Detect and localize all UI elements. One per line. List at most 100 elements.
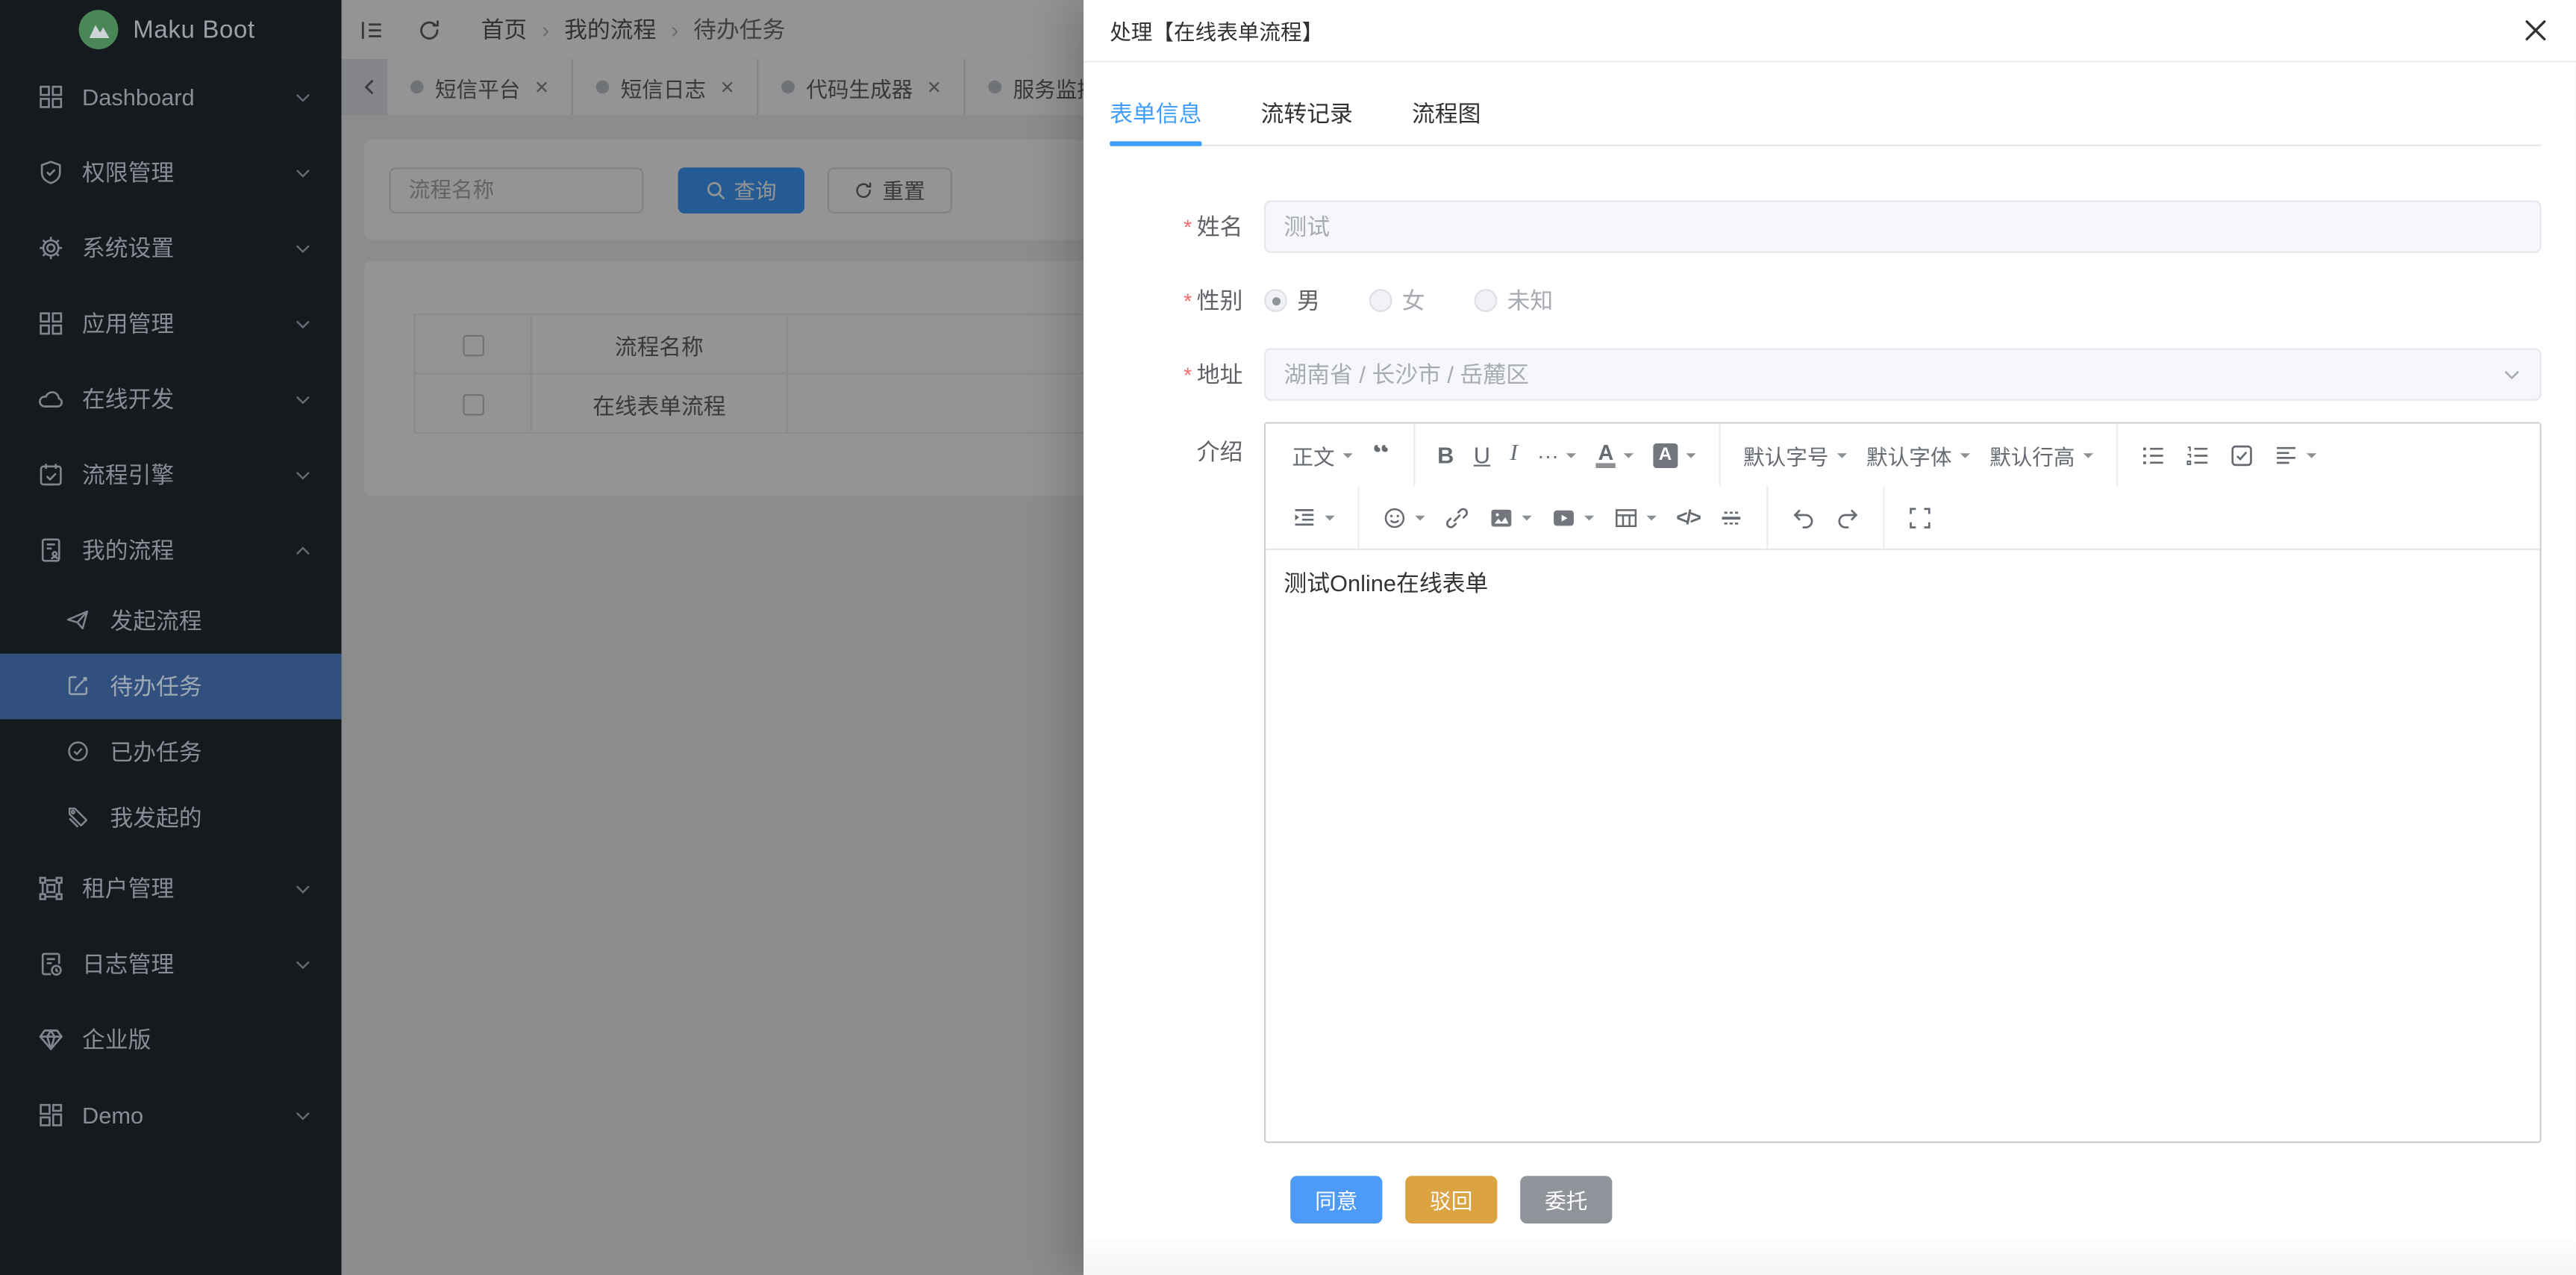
image-dropdown[interactable] xyxy=(1481,496,1539,538)
chevron-down-icon xyxy=(294,239,312,257)
sidebar-item-app-management[interactable]: 应用管理 xyxy=(0,286,342,361)
tag-icon xyxy=(66,805,92,831)
italic-button[interactable]: I xyxy=(1501,434,1525,476)
radio-label: 未知 xyxy=(1507,284,1554,317)
caret-down-icon xyxy=(1960,453,1969,463)
sidebar-item-label: 企业版 xyxy=(82,1023,312,1056)
sidebar-item-enterprise[interactable]: 企业版 xyxy=(0,1002,342,1077)
font-size-dropdown[interactable]: 默认字号 xyxy=(1735,434,1855,476)
line-height-dropdown[interactable]: 默认行高 xyxy=(1981,434,2101,476)
editor-toolbar-row-2: </> xyxy=(1266,486,2539,549)
toolbar-group-text-format: B U I ··· A A xyxy=(1414,424,1720,487)
form-row-gender: *性别 男 女 未知 xyxy=(1110,274,2541,328)
caret-down-icon xyxy=(1567,453,1577,463)
toolbar-group-insert: </> xyxy=(1360,486,1769,549)
link-button[interactable] xyxy=(1437,496,1478,538)
radio-male[interactable]: 男 xyxy=(1264,284,1320,317)
caret-down-icon xyxy=(1584,516,1594,526)
sidebar-item-tenant-management[interactable]: 租户管理 xyxy=(0,851,342,926)
toolbar-group-indent xyxy=(1269,486,1360,549)
caret-down-icon xyxy=(2083,453,2093,463)
sidebar-item-dashboard[interactable]: Dashboard xyxy=(0,59,342,134)
sidebar-item-label: 发起流程 xyxy=(110,605,312,638)
blockquote-button[interactable]: “ xyxy=(1364,434,1398,476)
sidebar-item-start-workflow[interactable]: 发起流程 xyxy=(0,588,342,654)
font-family-dropdown[interactable]: 默认字体 xyxy=(1858,434,1978,476)
chevron-down-icon xyxy=(294,390,312,408)
shield-icon xyxy=(38,159,64,185)
sidebar-item-workflow-engine[interactable]: 流程引擎 xyxy=(0,437,342,512)
undo-button[interactable] xyxy=(1783,496,1825,538)
redo-button[interactable] xyxy=(1828,496,1869,538)
app-title: Maku Boot xyxy=(133,16,255,43)
caret-down-icon xyxy=(2307,453,2316,463)
code-block-button[interactable]: </> xyxy=(1668,496,1708,538)
chevron-down-icon xyxy=(294,1106,312,1124)
bold-button[interactable]: B xyxy=(1429,434,1462,476)
drawer-title: 处理【在线表单流程】 xyxy=(1110,15,1323,46)
sidebar-item-label: 日志管理 xyxy=(82,947,294,980)
align-dropdown[interactable] xyxy=(2266,434,2325,476)
fullscreen-button[interactable] xyxy=(1900,496,1941,538)
radio-female[interactable]: 女 xyxy=(1369,284,1425,317)
emoji-dropdown[interactable] xyxy=(1374,496,1433,538)
radio-unknown[interactable]: 未知 xyxy=(1475,284,1554,317)
sidebar-item-permissions[interactable]: 权限管理 xyxy=(0,134,342,210)
sidebar-item-demo[interactable]: Demo xyxy=(0,1077,342,1153)
sidebar-item-log-management[interactable]: 日志管理 xyxy=(0,926,342,1002)
table-dropdown[interactable] xyxy=(1606,496,1665,538)
bg-color-dropdown[interactable]: A xyxy=(1645,434,1704,476)
sidebar-item-my-initiated[interactable]: 我发起的 xyxy=(0,785,342,851)
ordered-list-button[interactable] xyxy=(2177,434,2218,476)
reject-button[interactable]: 驳回 xyxy=(1405,1176,1497,1223)
video-dropdown[interactable] xyxy=(1543,496,1602,538)
modal-overlay[interactable] xyxy=(342,0,1084,1275)
font-color-dropdown[interactable]: A xyxy=(1588,434,1641,476)
indent-dropdown[interactable] xyxy=(1284,496,1342,538)
toolbar-group-font: 默认字号 默认字体 默认行高 xyxy=(1720,424,2118,487)
editor-toolbar-row-1: 正文 “ B U I ··· A A xyxy=(1266,424,2539,487)
grid-icon xyxy=(38,84,64,110)
sidebar-item-label: 我的流程 xyxy=(82,534,294,567)
sidebar-item-my-workflows[interactable]: 我的流程 xyxy=(0,512,342,587)
toolbar-group-view xyxy=(1885,486,1956,549)
name-field[interactable] xyxy=(1264,200,2542,252)
sidebar-item-online-dev[interactable]: 在线开发 xyxy=(0,361,342,437)
bullet-list-button[interactable] xyxy=(2133,434,2174,476)
toolbar-group-lists xyxy=(2118,424,2339,487)
address-select[interactable]: 湖南省 / 长沙市 / 岳麓区 xyxy=(1264,348,2542,400)
chevron-down-icon xyxy=(294,314,312,332)
rich-text-editor: 正文 “ B U I ··· A A xyxy=(1264,422,2542,1143)
sidebar-item-todo-tasks[interactable]: 待办任务 xyxy=(0,654,342,720)
required-asterisk: * xyxy=(1184,363,1192,387)
quote-icon: “ xyxy=(1372,444,1389,466)
tab-flow-diagram[interactable]: 流程图 xyxy=(1412,82,1481,145)
chevron-down-icon xyxy=(294,955,312,973)
sidebar-item-done-tasks[interactable]: 已办任务 xyxy=(0,720,342,785)
caret-down-icon xyxy=(1836,453,1846,463)
close-icon[interactable] xyxy=(2523,18,2548,43)
more-styles-dropdown[interactable]: ··· xyxy=(1529,434,1585,476)
toolbar-group-style: 正文 “ xyxy=(1269,424,1415,487)
bg-color-icon: A xyxy=(1653,443,1678,467)
paragraph-style-dropdown[interactable]: 正文 xyxy=(1284,434,1360,476)
approve-button[interactable]: 同意 xyxy=(1290,1176,1382,1223)
gear-icon xyxy=(38,235,64,261)
tab-flow-records[interactable]: 流转记录 xyxy=(1261,82,1353,145)
caret-down-icon xyxy=(1623,453,1633,463)
required-asterisk: * xyxy=(1184,215,1192,240)
tab-form-info[interactable]: 表单信息 xyxy=(1110,82,1201,145)
diamond-icon xyxy=(38,1026,64,1053)
chevron-down-icon xyxy=(294,879,312,897)
caret-down-icon xyxy=(1522,516,1531,526)
sidebar-submenu-my-workflows: 发起流程 待办任务 已办任务 我发起的 xyxy=(0,588,342,851)
underline-button[interactable]: U xyxy=(1466,434,1498,476)
sidebar-item-system-settings[interactable]: 系统设置 xyxy=(0,211,342,286)
divider-button[interactable] xyxy=(1711,496,1752,538)
todo-list-button[interactable] xyxy=(2221,434,2262,476)
delegate-button[interactable]: 委托 xyxy=(1520,1176,1612,1223)
editor-content[interactable]: 测试Online在线表单 xyxy=(1266,549,2539,1141)
check-circle-icon xyxy=(66,739,92,765)
app-root: Maku Boot Dashboard 权限管理 系统设置 应用管理 xyxy=(0,0,2576,1275)
chevron-down-icon xyxy=(294,163,312,181)
